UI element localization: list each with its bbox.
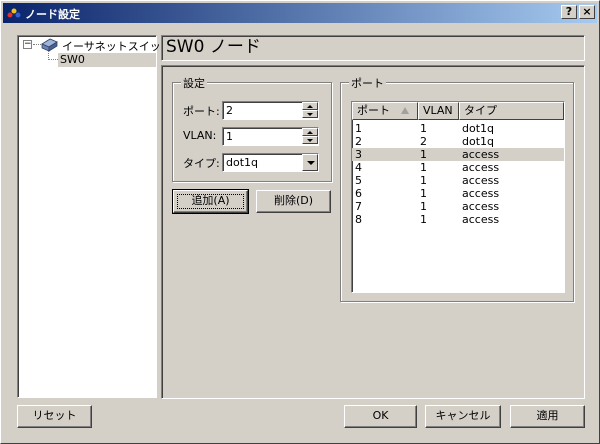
tree-item-sw0[interactable]: SW0 (58, 53, 156, 67)
cell-port: 4 (355, 161, 362, 174)
sort-ascending-icon (401, 107, 409, 114)
table-row[interactable]: 6 1 access (352, 187, 564, 200)
column-header-vlan[interactable]: VLAN (418, 102, 459, 120)
column-header-port-label: ポート (357, 104, 390, 117)
table-row[interactable]: 8 1 access (352, 213, 564, 226)
cell-port: 2 (355, 135, 362, 148)
vlan-label: VLAN: (183, 129, 217, 142)
vlan-up-button[interactable] (302, 128, 318, 136)
cell-port: 1 (355, 122, 362, 135)
cell-type: dot1q (462, 122, 495, 135)
table-row[interactable]: 3 1 access (352, 148, 564, 161)
cell-vlan: 1 (420, 187, 427, 200)
cell-port: 8 (355, 213, 362, 226)
table-row[interactable]: 5 1 access (352, 174, 564, 187)
page-title: SW0 ノード (166, 37, 261, 57)
delete-button-label: 削除(D) (273, 194, 314, 207)
cell-type: access (462, 187, 500, 200)
table-row[interactable]: 2 2 dot1q (352, 135, 564, 148)
cell-vlan: 1 (420, 122, 427, 135)
cell-vlan: 1 (420, 161, 427, 174)
cell-type: access (462, 148, 500, 161)
cell-vlan: 1 (420, 148, 427, 161)
node-settings-panel: 設定 ポート: 2 VLAN: 1 タイプ: dot1q 追加(A) 削除(D)… (161, 65, 585, 399)
type-label: タイプ: (183, 157, 220, 170)
cell-vlan: 2 (420, 135, 427, 148)
title-bar[interactable]: ノード設定 ? × (3, 3, 597, 23)
node-header: SW0 ノード (161, 35, 585, 61)
cell-type: access (462, 213, 500, 226)
close-button[interactable]: × (579, 5, 595, 19)
chevron-down-icon (307, 161, 315, 165)
port-label: ポート: (183, 105, 220, 118)
settings-group-title: 設定 (181, 75, 207, 91)
column-header-port[interactable]: ポート (352, 102, 418, 120)
ethernet-switch-icon (41, 38, 58, 52)
arrow-up-icon (307, 105, 313, 108)
cell-port: 6 (355, 187, 362, 200)
ok-button[interactable]: OK (344, 405, 417, 428)
vlan-value: 1 (226, 130, 233, 143)
cell-type: access (462, 161, 500, 174)
reset-button[interactable]: リセット (17, 405, 92, 428)
table-row[interactable]: 7 1 access (352, 200, 564, 213)
dialog-window: ノード設定 ? × − イーサネットスイッチ SW0 SW0 ノード 設定 ポー… (0, 0, 600, 444)
cell-port: 5 (355, 174, 362, 187)
apply-button[interactable]: 適用 (510, 405, 585, 428)
type-select[interactable]: dot1q (222, 153, 319, 172)
cell-vlan: 1 (420, 213, 427, 226)
cell-vlan: 1 (420, 174, 427, 187)
cell-type: access (462, 200, 500, 213)
vlan-down-button[interactable] (302, 136, 318, 144)
ports-list[interactable]: ポート VLAN タイプ 1 1 dot1q 2 2 dot1q 3 1 access 4 1 acc… (351, 101, 565, 293)
cell-type: dot1q (462, 135, 495, 148)
cancel-button[interactable]: キャンセル (425, 405, 501, 428)
port-down-button[interactable] (302, 110, 318, 118)
arrow-down-icon (307, 113, 313, 116)
delete-button[interactable]: 削除(D) (256, 190, 331, 213)
cell-vlan: 1 (420, 200, 427, 213)
port-spinner[interactable]: 2 (222, 101, 319, 120)
tree-item-ethernet-switch[interactable]: イーサネットスイッチ (62, 38, 172, 54)
port-up-button[interactable] (302, 102, 318, 110)
tree-connector (48, 59, 58, 60)
settings-group: 設定 ポート: 2 VLAN: 1 タイプ: dot1q (172, 75, 332, 182)
ports-group: ポート ポート VLAN タイプ 1 1 dot1q 2 2 dot1q 3 1 access 4… (340, 75, 574, 302)
ports-group-title: ポート (349, 75, 386, 91)
add-button[interactable]: 追加(A) (172, 189, 249, 214)
cell-port: 7 (355, 200, 362, 213)
port-value: 2 (226, 104, 233, 117)
vlan-spinner[interactable]: 1 (222, 127, 319, 146)
cell-port: 3 (355, 148, 362, 161)
type-value: dot1q (226, 156, 259, 169)
node-tree[interactable]: − イーサネットスイッチ SW0 (17, 35, 172, 398)
column-header-type[interactable]: タイプ (459, 102, 564, 120)
arrow-down-icon (307, 139, 313, 142)
type-dropdown-button[interactable] (302, 154, 318, 171)
collapse-icon[interactable]: − (23, 40, 32, 49)
arrow-up-icon (307, 131, 313, 134)
table-row[interactable]: 4 1 access (352, 161, 564, 174)
window-title: ノード設定 (25, 8, 80, 21)
table-row[interactable]: 1 1 dot1q (352, 122, 564, 135)
add-button-label: 追加(A) (191, 194, 230, 207)
help-button[interactable]: ? (561, 5, 577, 19)
cell-type: access (462, 174, 500, 187)
app-icon (7, 8, 21, 18)
